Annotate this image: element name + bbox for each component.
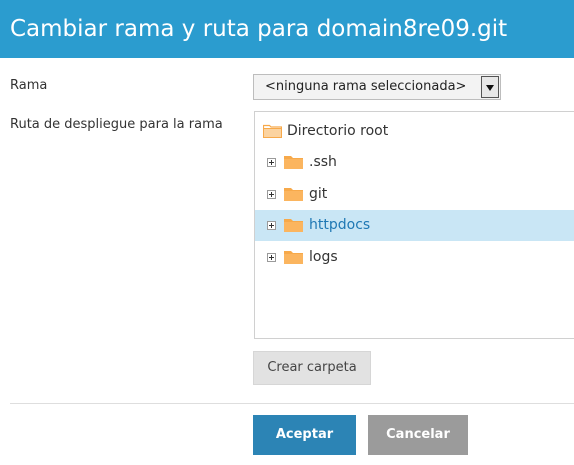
chevron-down-icon[interactable] [481,76,499,98]
tree-item-label: git [309,186,328,202]
tree-item-logs[interactable]: logs [255,242,574,273]
tree-item-label: .ssh [309,154,337,170]
tree-item-label: httpdocs [309,217,371,233]
folder-open-icon [263,124,282,138]
deploy-path-label: Ruta de despliegue para la rama [10,117,223,132]
folder-icon [284,156,303,169]
tree-item-ssh[interactable]: .ssh [255,147,574,178]
cancel-button[interactable]: Cancelar [368,415,468,455]
branch-label: Rama [10,78,48,93]
branch-select-value: <ninguna rama seleccionada> [265,79,467,94]
accept-button[interactable]: Aceptar [253,415,356,455]
folder-icon [284,251,303,264]
expand-icon[interactable] [267,253,276,262]
branch-select[interactable]: <ninguna rama seleccionada> [253,74,501,100]
dialog-title: Cambiar rama y ruta para domain8re09.git [0,0,574,58]
create-folder-button[interactable]: Crear carpeta [253,351,371,385]
tree-root-label: Directorio root [287,123,389,139]
expand-icon[interactable] [267,190,276,199]
expand-icon[interactable] [267,221,276,230]
tree-item-git[interactable]: git [255,179,574,210]
tree-item-label: logs [309,249,338,265]
directory-tree[interactable]: Directorio root .ssh git httpdocs logs [254,111,574,339]
expand-icon[interactable] [267,158,276,167]
tree-item-httpdocs[interactable]: httpdocs [255,210,574,241]
change-branch-dialog: Cambiar rama y ruta para domain8re09.git… [0,0,574,465]
tree-root-row[interactable]: Directorio root [255,116,574,147]
folder-icon [284,219,303,232]
folder-icon [284,188,303,201]
divider [10,403,574,404]
